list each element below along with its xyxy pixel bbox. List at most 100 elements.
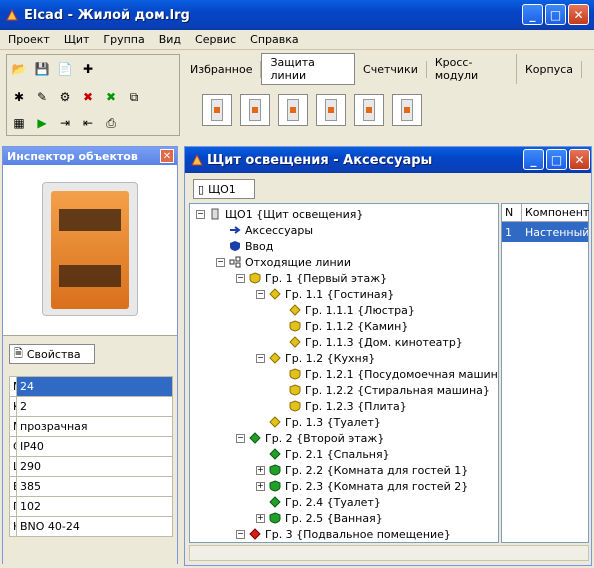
tree-node-label: Гр. 1.1.3 {Дом. кинотеатр} xyxy=(305,335,463,349)
new-document-icon[interactable]: 📄 xyxy=(55,59,75,79)
property-value[interactable]: 24 xyxy=(16,376,173,397)
tree-node-label: Гр. 1.3 {Туалет} xyxy=(285,415,381,429)
tree-node-label: Гр. 2.3 {Комната для гостей 2} xyxy=(285,479,469,493)
toolbar-row-2: ✱ ✎ ⚙ ✖ ✖ ⧉ xyxy=(9,85,144,109)
catalog-tab-4[interactable]: Корпуса xyxy=(517,60,582,78)
table-icon[interactable]: ▦ xyxy=(9,113,29,133)
breaker-4p-device-icon[interactable] xyxy=(392,94,422,126)
rcbo-device-icon[interactable] xyxy=(316,94,346,126)
collapse-icon[interactable]: − xyxy=(236,433,245,443)
tree-node[interactable]: Гр. 1.2.3 {Плита} xyxy=(276,398,407,414)
expand-icon[interactable]: + xyxy=(256,465,265,475)
menu-item-1[interactable]: Щит xyxy=(58,33,96,46)
inspector-close-button[interactable]: ✕ xyxy=(160,149,174,163)
tree-node[interactable]: − Гр. 3 {Подвальное помещение} xyxy=(236,526,451,542)
collapse-icon[interactable]: − xyxy=(256,289,265,299)
tree-node[interactable]: − Гр. 1.2 {Кухня} xyxy=(256,350,375,366)
child-close-button[interactable]: ✕ xyxy=(569,149,590,170)
tree-node[interactable]: − Гр. 1 {Первый этаж} xyxy=(236,270,387,286)
tree-node[interactable]: + Гр. 2.5 {Ванная} xyxy=(256,510,383,526)
property-row[interactable]: Количество рядов2 xyxy=(9,396,173,417)
rcd-device-icon[interactable] xyxy=(278,94,308,126)
rcd-4p-device-icon[interactable] xyxy=(354,94,384,126)
tree-node[interactable]: − Гр. 1.1 {Гостиная} xyxy=(256,286,394,302)
property-row[interactable]: Степень защитыIP40 xyxy=(9,436,173,457)
tree-node[interactable]: Гр. 1.3 {Туалет} xyxy=(256,414,381,430)
copy-icon[interactable]: ⧉ xyxy=(124,87,144,107)
child-maximize-button[interactable]: □ xyxy=(546,149,567,170)
delete-green-icon[interactable]: ✖ xyxy=(101,87,121,107)
property-row[interactable]: Глубина (мм)102 xyxy=(9,496,173,517)
configure-icon[interactable]: ⚙ xyxy=(55,87,75,107)
property-value[interactable]: 2 xyxy=(16,396,173,417)
menu-item-3[interactable]: Вид xyxy=(153,33,187,46)
maximize-button[interactable]: □ xyxy=(545,4,566,25)
tree-node[interactable]: Гр. 1.2.1 {Посудомоечная машина} xyxy=(276,366,498,382)
yellow-shield-icon xyxy=(289,384,301,396)
panel-window-title: Щит освещения - Аксессуары xyxy=(207,152,433,168)
tab-panel-document[interactable]: ▯ ЩО1 xyxy=(193,179,255,199)
add-icon[interactable]: ✚ xyxy=(78,59,98,79)
column-header-n[interactable]: N xyxy=(502,204,522,221)
open-folder-icon[interactable]: 📂 xyxy=(9,59,29,79)
property-row[interactable]: Высота (мм)385 xyxy=(9,476,173,497)
tree-node[interactable]: Аксессуары xyxy=(216,222,313,238)
catalog-tab-3[interactable]: Кросс-модули xyxy=(427,54,517,84)
property-row[interactable]: Номер по каталогуBNO 40-24 xyxy=(9,516,173,537)
collapse-icon[interactable]: − xyxy=(196,209,205,219)
export-icon[interactable]: ⇥ xyxy=(55,113,75,133)
print-icon[interactable]: ⎙ xyxy=(101,113,121,133)
menu-item-4[interactable]: Сервис xyxy=(189,33,242,46)
child-minimize-button[interactable]: _ xyxy=(523,149,544,170)
breaker-device-icon[interactable] xyxy=(202,94,232,126)
tree-node[interactable]: Гр. 1.2.2 {Стиральная машина} xyxy=(276,382,490,398)
property-value[interactable]: прозрачная xyxy=(16,416,173,437)
property-row[interactable]: Макс. кол. модулей24 xyxy=(9,376,173,397)
save-icon[interactable]: 💾 xyxy=(32,59,52,79)
component-row[interactable]: 1 Настенный бокс xyxy=(502,222,588,242)
tab-properties[interactable]: 🗎 Свойства xyxy=(9,344,95,364)
tree-node[interactable]: − Гр. 2 {Второй этаж} xyxy=(236,430,384,446)
tree-node[interactable]: − ЩО1 {Щит освещения} xyxy=(196,206,363,222)
tree-node[interactable]: Гр. 2.1 {Спальня} xyxy=(256,446,390,462)
menu-item-5[interactable]: Справка xyxy=(244,33,304,46)
property-row[interactable]: Ширина (мм)290 xyxy=(9,456,173,477)
collapse-icon[interactable]: − xyxy=(236,529,245,539)
catalog-tab-0[interactable]: Избранное xyxy=(182,60,262,78)
tree-node[interactable]: − Отходящие линии xyxy=(216,254,351,270)
minimize-button[interactable]: _ xyxy=(522,4,543,25)
property-row[interactable]: Модификацияпрозрачная xyxy=(9,416,173,437)
tree-node[interactable]: Гр. 1.1.1 {Люстра} xyxy=(276,302,415,318)
property-value[interactable]: 290 xyxy=(16,456,173,477)
settings-icon[interactable]: ✱ xyxy=(9,87,29,107)
menu-item-0[interactable]: Проект xyxy=(2,33,56,46)
app-title: Elcad - Жилой дом.lrg xyxy=(24,7,190,23)
property-value[interactable]: IP40 xyxy=(16,436,173,457)
play-icon[interactable]: ▶ xyxy=(32,113,52,133)
expand-icon[interactable]: + xyxy=(256,513,265,523)
collapse-icon[interactable]: − xyxy=(236,273,245,283)
collapse-icon[interactable]: − xyxy=(256,353,265,363)
menu-item-2[interactable]: Группа xyxy=(97,33,150,46)
tree-node[interactable]: + Гр. 2.3 {Комната для гостей 2} xyxy=(256,478,468,494)
import-icon[interactable]: ⇤ xyxy=(78,113,98,133)
delete-icon[interactable]: ✖ xyxy=(78,87,98,107)
tree-node[interactable]: Гр. 1.1.3 {Дом. кинотеатр} xyxy=(276,334,463,350)
tree-node[interactable]: + Гр. 2.2 {Комната для гостей 1} xyxy=(256,462,468,478)
tree-node[interactable]: Гр. 2.4 {Туалет} xyxy=(256,494,381,510)
tree-node[interactable]: Ввод xyxy=(216,238,273,254)
property-value[interactable]: 102 xyxy=(16,496,173,517)
expand-icon[interactable]: + xyxy=(256,481,265,491)
yellow-shield-icon xyxy=(289,320,301,332)
breaker-2p-device-icon[interactable] xyxy=(240,94,270,126)
edit-icon[interactable]: ✎ xyxy=(32,87,52,107)
close-button[interactable]: ✕ xyxy=(568,4,589,25)
catalog-tab-1[interactable]: Защита линии xyxy=(261,53,356,85)
property-value[interactable]: 385 xyxy=(16,476,173,497)
column-header-component[interactable]: Компонент xyxy=(522,204,589,221)
tree-node[interactable]: Гр. 1.1.2 {Камин} xyxy=(276,318,408,334)
catalog-tab-2[interactable]: Счетчики xyxy=(355,60,427,78)
horizontal-scrollbar[interactable] xyxy=(189,545,589,561)
property-value[interactable]: BNO 40-24 xyxy=(16,516,173,537)
collapse-icon[interactable]: − xyxy=(216,257,225,267)
